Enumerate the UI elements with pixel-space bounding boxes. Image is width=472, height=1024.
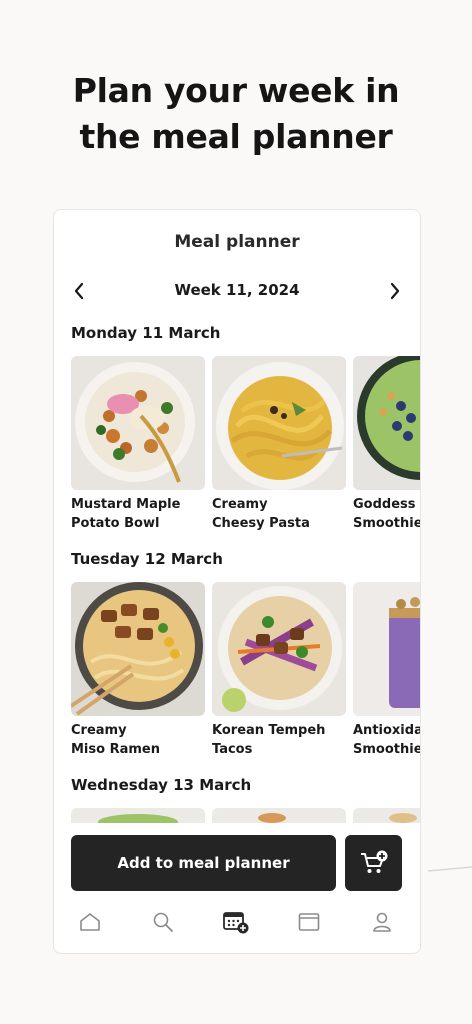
meal-card[interactable]: Goddess Smoothie [353,356,420,533]
next-week-button[interactable] [382,278,408,304]
week-label: Week 11, 2024 [174,281,300,299]
tab-home[interactable] [76,908,104,936]
meal-name: Antioxidant Smoothie [353,723,420,757]
day-monday: Monday 11 March Mustard Maple Potato Bow… [71,324,420,531]
add-to-meal-planner-button[interactable]: Add to meal planner [71,835,336,891]
add-to-cart-button[interactable] [345,835,402,891]
meal-name: Creamy Cheesy Pasta [212,497,310,531]
meal-name: Korean Tempeh Tacos [212,723,326,757]
meal-planner-icon [223,912,249,934]
meal-card[interactable]: Creamy Cheesy Pasta [212,356,346,533]
tab-bar [54,904,420,942]
profile-icon [373,912,391,932]
meal-card[interactable]: Korean Tempeh Tacos [212,582,346,759]
meal-row[interactable]: Creamy Miso Ramen Korean Tempeh Tacos An… [71,582,420,762]
cart-plus-icon [360,850,387,873]
meal-image-purple-smoothie [353,582,420,716]
headline-line-1: Plan your week in [72,71,400,110]
home-icon [80,913,100,931]
search-icon [153,912,173,932]
tab-meal-planner[interactable] [222,908,250,936]
meal-image-potato-bowl [71,356,205,490]
day-wednesday: Wednesday 13 March [71,776,420,830]
meal-name: Goddess Smoothie [353,497,420,531]
meal-row[interactable]: Mustard Maple Potato Bowl Creamy Cheesy … [71,356,420,536]
meal-image-tempeh-tacos [212,582,346,716]
meal-image-cheesy-pasta [212,356,346,490]
day-title: Wednesday 13 March [71,776,252,794]
tab-profile[interactable] [368,908,396,936]
day-title: Tuesday 12 March [71,550,223,568]
days-list[interactable]: Monday 11 March Mustard Maple Potato Bow… [54,320,420,830]
decorative-line [428,866,472,872]
chevron-right-icon [390,282,400,300]
browser-icon [298,913,320,931]
headline: Plan your week in the meal planner [0,68,472,160]
day-tuesday: Tuesday 12 March Creamy Miso Ramen Korea… [71,550,420,757]
meal-card[interactable]: Antioxidant Smoothie [353,582,420,759]
meal-card[interactable]: Mustard Maple Potato Bowl [71,356,205,533]
meal-name: Mustard Maple Potato Bowl [71,497,181,531]
week-selector: Week 11, 2024 [54,278,420,304]
bottom-actions: Add to meal planner [54,823,420,891]
meal-image-green-smoothie [353,356,420,490]
meal-image-miso-ramen [71,582,205,716]
tab-search[interactable] [149,908,177,936]
meal-planner-card: Meal planner Week 11, 2024 Monday 11 Mar… [53,209,421,954]
tab-browser[interactable] [295,908,323,936]
meal-name: Creamy Miso Ramen [71,723,160,757]
headline-line-2: the meal planner [79,117,393,156]
day-title: Monday 11 March [71,324,221,342]
card-title: Meal planner [174,232,300,252]
meal-card[interactable]: Creamy Miso Ramen [71,582,205,759]
